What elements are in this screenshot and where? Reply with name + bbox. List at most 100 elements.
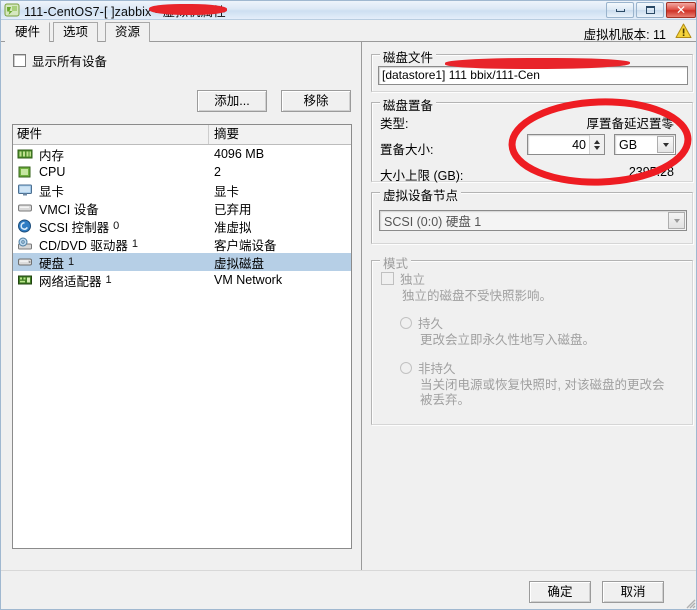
hardware-summary: VM Network xyxy=(214,273,283,287)
title-redaction-mark xyxy=(149,4,227,15)
provisioned-size-stepper[interactable] xyxy=(527,134,605,155)
harddisk-icon xyxy=(17,255,33,269)
dialog-footer: 确定 取消 xyxy=(1,570,696,609)
show-all-devices-label: 显示所有设备 xyxy=(32,55,108,69)
table-row[interactable]: VMCI 设备 已弃用 xyxy=(13,199,351,217)
close-button[interactable]: ✕ xyxy=(666,2,696,18)
hardware-name: 硬盘 xyxy=(39,256,65,271)
spinner-arrows[interactable] xyxy=(589,135,604,154)
hardware-name: 显卡 xyxy=(39,184,65,199)
size-unit-value: GB xyxy=(619,137,638,152)
hardware-summary: 显卡 xyxy=(214,184,240,199)
virtual-device-node-group: 虚拟设备节点 SCSI (0:0) 硬盘 1 xyxy=(371,185,693,244)
hardware-pane: 显示所有设备 添加... 移除 硬件 摘要 内存 4096 MB CPU 2 显… xyxy=(1,42,362,570)
hardware-name: CD/DVD 驱动器 xyxy=(39,238,128,253)
virtual-device-node-value: SCSI (0:0) 硬盘 1 xyxy=(384,215,482,229)
ok-button[interactable]: 确定 xyxy=(529,581,591,603)
hardware-summary: 4096 MB xyxy=(214,147,265,161)
table-row[interactable]: SCSI 控制器 0 准虚拟 xyxy=(13,217,351,235)
column-header-summary: 摘要 xyxy=(214,127,240,141)
tab-options[interactable]: 选项 xyxy=(53,22,99,42)
hardware-name: VMCI 设备 xyxy=(39,202,99,217)
warning-triangle-icon xyxy=(675,23,692,39)
hardware-index: 0 xyxy=(113,220,120,232)
table-row[interactable]: CPU 2 xyxy=(13,163,351,181)
memory-icon xyxy=(17,147,33,161)
virtual-device-node-group-label: 虚拟设备节点 xyxy=(380,185,462,204)
cddvd-drive-icon xyxy=(17,237,33,251)
provisioned-size-input[interactable] xyxy=(528,137,589,152)
hardware-summary: 准虚拟 xyxy=(214,220,252,235)
persistent-mode-row: 持久 xyxy=(400,313,443,332)
hardware-summary: 已弃用 xyxy=(214,202,252,217)
maximize-button[interactable] xyxy=(636,2,664,18)
nonpersistent-description: 当关闭电源或恢复快照时, 对该磁盘的更改会被丢弃。 xyxy=(420,378,665,407)
show-all-devices-checkbox[interactable] xyxy=(13,54,26,67)
nonpersistent-label: 非持久 xyxy=(418,362,456,376)
table-row[interactable]: CD/DVD 驱动器 1 客户端设备 xyxy=(13,235,351,253)
network-adapter-icon xyxy=(17,273,33,287)
persistent-radio xyxy=(400,316,412,329)
size-unit-select[interactable]: GB xyxy=(614,134,676,155)
cpu-icon xyxy=(17,165,33,179)
hardware-index: 1 xyxy=(131,238,139,250)
provisioning-type-label: 类型: xyxy=(380,117,409,131)
minimize-button[interactable] xyxy=(606,2,634,18)
independent-checkbox xyxy=(381,272,394,285)
hardware-name: CPU xyxy=(39,165,66,179)
disk-provisioning-group: 磁盘置备 类型: 厚置备延迟置零 置备大小: GB 大小上限 (GB): 239… xyxy=(371,95,693,183)
vm-version-label: 虚拟机版本: 11 xyxy=(583,28,666,42)
vmware-vm-icon xyxy=(4,2,20,18)
independent-description: 独立的磁盘不受快照影响。 xyxy=(402,289,553,303)
disk-settings-pane: 磁盘文件 [datastore1] 111 bbix/111-Cen 磁盘置备 … xyxy=(363,42,696,570)
disk-mode-group: 模式 独立 独立的磁盘不受快照影响。 持久 更改会立即永久性地写入磁盘。 非持久… xyxy=(371,253,693,425)
hardware-index: 1 xyxy=(68,256,75,268)
tab-resources[interactable]: 资源 xyxy=(105,22,151,42)
tab-hardware[interactable]: 硬件 xyxy=(5,22,51,42)
hardware-index: 1 xyxy=(105,274,112,286)
tab-strip: 硬件 选项 资源 虚拟机版本: 11 xyxy=(1,20,696,42)
add-device-button[interactable]: 添加... xyxy=(197,90,267,112)
maximize-icon xyxy=(645,6,655,14)
nonpersistent-radio xyxy=(400,361,412,374)
chevron-down-icon[interactable] xyxy=(657,136,674,153)
hardware-summary: 虚拟磁盘 xyxy=(214,256,265,271)
spinner-down-icon[interactable] xyxy=(594,145,600,150)
hardware-name: 内存 xyxy=(39,148,65,163)
independent-mode-row: 独立 xyxy=(381,269,425,288)
hardware-list[interactable]: 硬件 摘要 内存 4096 MB CPU 2 显卡 显卡 VMCI 设备 已弃用… xyxy=(12,124,352,549)
virtual-device-node-select[interactable]: SCSI (0:0) 硬盘 1 xyxy=(379,210,687,231)
column-header-hardware: 硬件 xyxy=(13,125,209,144)
scsi-controller-icon xyxy=(17,219,33,233)
disk-provisioning-group-label: 磁盘置备 xyxy=(380,95,437,114)
table-row[interactable]: 网络适配器 1 VM Network xyxy=(13,271,351,289)
independent-label: 独立 xyxy=(400,273,426,287)
cancel-button[interactable]: 取消 xyxy=(602,581,664,603)
path-redaction-mark xyxy=(445,58,630,69)
provisioning-type-value: 厚置备延迟置零 xyxy=(586,117,674,131)
show-all-devices-row[interactable]: 显示所有设备 xyxy=(13,51,107,70)
table-row[interactable]: 内存 4096 MB xyxy=(13,145,351,163)
display-icon xyxy=(17,183,33,197)
spinner-up-icon[interactable] xyxy=(594,139,600,144)
max-size-label: 大小上限 (GB): xyxy=(380,169,464,183)
hardware-list-header: 硬件 摘要 xyxy=(13,125,351,145)
table-row[interactable]: 硬盘 1 虚拟磁盘 xyxy=(13,253,351,271)
persistent-label: 持久 xyxy=(418,317,444,331)
nonpersistent-mode-row: 非持久 xyxy=(400,358,456,377)
persistent-description: 更改会立即永久性地写入磁盘。 xyxy=(420,333,596,347)
disk-file-group-label: 磁盘文件 xyxy=(380,47,437,66)
max-size-value: 2395.28 xyxy=(628,165,674,179)
remove-device-button[interactable]: 移除 xyxy=(281,90,351,112)
window-controls: ✕ xyxy=(606,2,696,18)
vmci-device-icon xyxy=(17,201,33,215)
hardware-summary: 2 xyxy=(214,165,221,179)
title-bar: 111-CentOS7-[ ]zabbix - 虚拟机属性 ✕ xyxy=(1,1,696,20)
hardware-name: 网络适配器 xyxy=(39,274,102,289)
chevron-down-icon[interactable] xyxy=(668,212,685,229)
close-icon: ✕ xyxy=(675,3,687,17)
resize-grip[interactable] xyxy=(684,597,696,609)
hardware-name: SCSI 控制器 xyxy=(39,220,110,235)
vm-properties-window: 111-CentOS7-[ ]zabbix - 虚拟机属性 ✕ 硬件 选项 资源… xyxy=(0,0,697,610)
table-row[interactable]: 显卡 显卡 xyxy=(13,181,351,199)
